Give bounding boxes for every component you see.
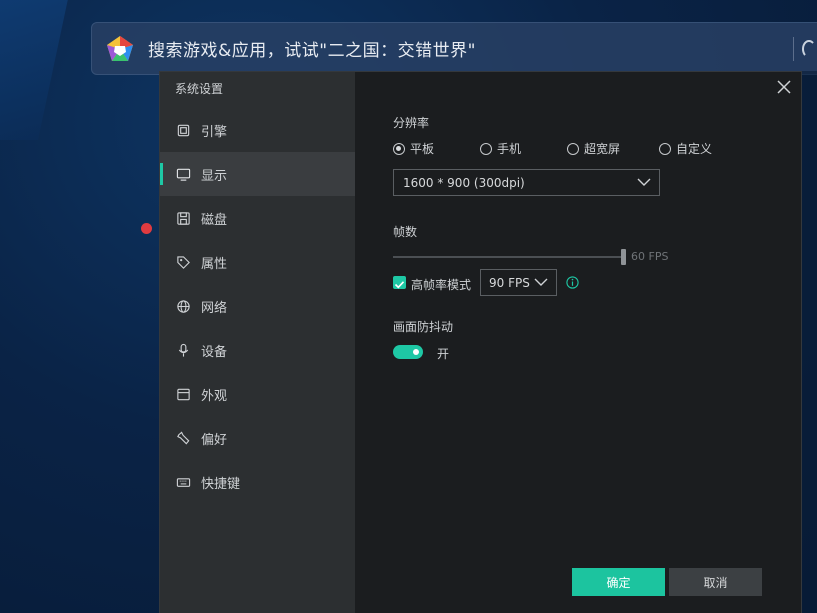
- settings-content: 分辨率 平板 手机 超宽屏 自定义 1600 * 900 (300dpi) 帧数…: [355, 72, 801, 613]
- fps-heading: 帧数: [393, 225, 418, 239]
- fps-slider-value: 60 FPS: [631, 250, 669, 263]
- background-shape: [0, 0, 73, 140]
- nav-item-label: 外观: [201, 388, 228, 404]
- radio-phone[interactable]: 手机: [480, 140, 521, 157]
- window-icon: [175, 386, 191, 402]
- nav-item-display[interactable]: 显示: [160, 152, 355, 196]
- high-fps-select-value: 90 FPS: [489, 275, 530, 290]
- radio-custom[interactable]: 自定义: [659, 140, 712, 157]
- nav-item-appearance[interactable]: 外观: [160, 372, 355, 416]
- resolution-select[interactable]: 1600 * 900 (300dpi): [393, 169, 660, 196]
- chip-icon: [175, 122, 191, 138]
- nav-item-label: 属性: [201, 256, 228, 272]
- nav-item-label: 偏好: [201, 432, 228, 448]
- settings-sidebar: 系统设置 引擎 显示 磁盘 属性 网络 设备 外观 偏好 快捷键: [160, 72, 355, 613]
- cancel-button[interactable]: 取消: [669, 568, 762, 596]
- anti-shake-heading: 画面防抖动: [393, 320, 454, 334]
- nav-item-shortcuts[interactable]: 快捷键: [160, 460, 355, 504]
- radio-circle: [393, 142, 405, 155]
- close-icon[interactable]: [775, 78, 793, 96]
- nav-item-label: 网络: [201, 300, 228, 316]
- settings-dialog: 系统设置 引擎 显示 磁盘 属性 网络 设备 外观 偏好 快捷键 分辨率 平板 …: [159, 71, 802, 613]
- radio-label: 平板: [410, 142, 435, 156]
- radio-tablet[interactable]: 平板: [393, 140, 434, 157]
- refresh-icon[interactable]: [802, 40, 816, 58]
- high-fps-label: 高帧率模式: [411, 278, 472, 292]
- nav-item-device[interactable]: 设备: [160, 328, 355, 372]
- microphone-icon: [175, 342, 191, 358]
- settings-nav: 引擎 显示 磁盘 属性 网络 设备 外观 偏好 快捷键: [160, 108, 355, 504]
- info-icon[interactable]: [566, 276, 579, 289]
- tag-icon: [175, 254, 191, 270]
- radio-circle: [567, 142, 580, 155]
- radio-label: 自定义: [676, 142, 713, 156]
- resolution-radio-group: 平板 手机 超宽屏 自定义: [393, 140, 712, 157]
- disk-icon: [175, 210, 191, 226]
- search-bar[interactable]: 搜索游戏&应用，试试"二之国：交错世界": [91, 22, 817, 75]
- nav-item-label: 显示: [201, 168, 228, 184]
- wrench-icon: [175, 430, 191, 446]
- nav-item-label: 快捷键: [201, 476, 241, 492]
- nav-item-label: 引擎: [201, 124, 228, 140]
- chevron-down-icon: [637, 178, 651, 186]
- nav-item-label: 设备: [201, 344, 228, 360]
- nav-item-properties[interactable]: 属性: [160, 240, 355, 284]
- search-divider: [793, 37, 794, 61]
- nav-item-disk[interactable]: 磁盘: [160, 196, 355, 240]
- keyboard-icon: [175, 474, 191, 490]
- globe-icon: [175, 298, 191, 314]
- high-fps-checkbox[interactable]: [393, 276, 406, 289]
- chevron-down-icon: [534, 278, 548, 286]
- resolution-select-value: 1600 * 900 (300dpi): [403, 175, 525, 190]
- nav-item-network[interactable]: 网络: [160, 284, 355, 328]
- nav-item-label: 磁盘: [201, 212, 228, 228]
- dialog-title: 系统设置: [175, 82, 224, 96]
- anti-shake-state: 开: [437, 347, 450, 361]
- radio-label: 超宽屏: [584, 142, 621, 156]
- background-edge: [802, 71, 817, 613]
- fps-slider-handle[interactable]: [621, 249, 626, 265]
- fps-slider-track: [393, 256, 621, 258]
- high-fps-select[interactable]: 90 FPS: [480, 269, 557, 296]
- search-placeholder: 搜索游戏&应用，试试"二之国：交错世界": [148, 41, 476, 61]
- app-logo-icon: [107, 35, 133, 61]
- radio-circle: [480, 142, 493, 155]
- checkmark-icon: [394, 281, 405, 289]
- resolution-heading: 分辨率: [393, 116, 430, 130]
- nav-item-preferences[interactable]: 偏好: [160, 416, 355, 460]
- nav-item-engine[interactable]: 引擎: [160, 108, 355, 152]
- radio-label: 手机: [497, 142, 522, 156]
- confirm-button[interactable]: 确定: [572, 568, 665, 596]
- anti-shake-toggle[interactable]: [393, 345, 423, 359]
- monitor-icon: [175, 166, 191, 182]
- radio-ultrawide[interactable]: 超宽屏: [567, 140, 620, 157]
- notification-dot: [141, 223, 152, 234]
- radio-circle: [659, 142, 672, 155]
